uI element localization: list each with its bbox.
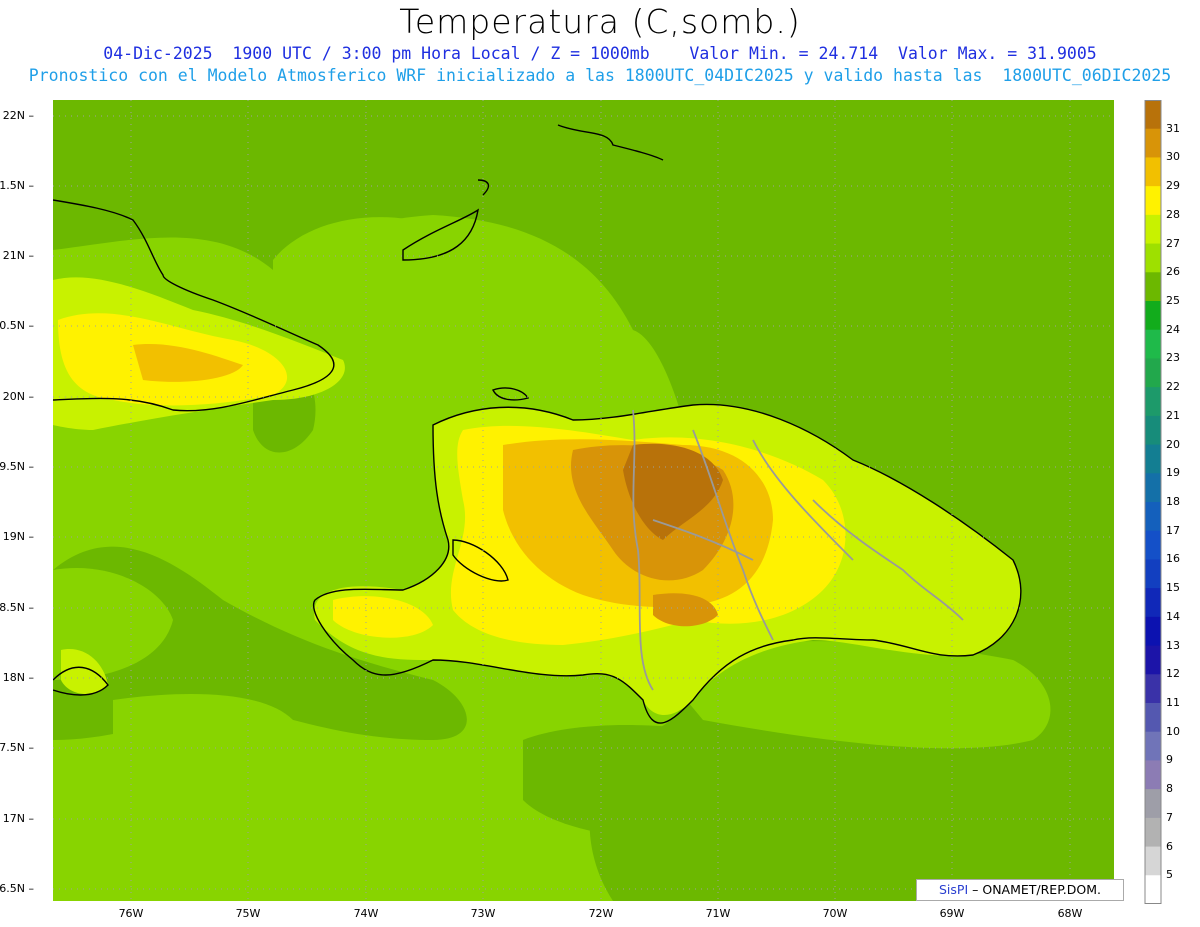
colorbar-swatch [1145, 358, 1161, 388]
colorbar-swatch [1145, 301, 1161, 331]
y-axis-label: 20N – [2, 390, 34, 403]
y-axis-label: 22N – [2, 109, 34, 122]
colorbar-label: 13 [1166, 638, 1180, 652]
y-axis-label: 6.5N – [0, 882, 34, 895]
y-axis-label: 21N – [2, 249, 34, 262]
colorbar-label: 26 [1166, 265, 1180, 279]
colorbar-swatch [1145, 846, 1161, 876]
colorbar-swatch [1145, 186, 1161, 216]
x-axis-label: 75W [235, 907, 261, 920]
colorbar-swatch [1145, 674, 1161, 704]
colorbar-label: 16 [1166, 552, 1180, 566]
colorbar-label: 11 [1166, 696, 1180, 709]
colorbar-swatch [1145, 272, 1161, 302]
x-axis-label: 71W [705, 907, 731, 920]
colorbar-label: 17 [1166, 523, 1180, 537]
colorbar-swatch [1145, 559, 1161, 589]
y-axis-label: 19N – [2, 530, 34, 543]
x-axis-label: 74W [353, 907, 379, 920]
x-axis-label: 72W [588, 907, 614, 920]
x-axis-label: 73W [470, 907, 496, 920]
credit-text: – ONAMET/REP.DOM. [968, 882, 1101, 897]
map-title: Temperatura (C,somb.) [399, 2, 801, 41]
colorbar-swatch [1145, 616, 1161, 647]
colorbar-swatch [1145, 444, 1161, 474]
colorbar-swatch [1145, 128, 1161, 158]
colorbar-swatch [1145, 789, 1161, 819]
colorbar-swatch [1145, 415, 1161, 446]
colorbar [1144, 100, 1162, 904]
colorbar-swatch [1145, 243, 1161, 273]
x-axis-label: 70W [822, 907, 848, 920]
temperature-map [53, 100, 1114, 901]
colorbar-swatch [1145, 387, 1161, 417]
colorbar-swatch [1145, 530, 1161, 560]
colorbar-swatch [1145, 731, 1161, 761]
x-axis-label: 69W [939, 907, 965, 920]
colorbar-label: 25 [1166, 294, 1180, 307]
colorbar-swatch [1145, 502, 1161, 532]
colorbar-label: 20 [1166, 437, 1180, 451]
y-axis-label: 0.5N – [0, 319, 34, 332]
colorbar-swatch [1145, 214, 1161, 245]
colorbar-swatch [1145, 875, 1161, 904]
colorbar-label: 10 [1166, 724, 1180, 738]
x-axis-label: 76W [118, 907, 144, 920]
colorbar-swatch [1145, 703, 1161, 733]
colorbar-label: 29 [1166, 179, 1180, 193]
colorbar-label: 24 [1166, 322, 1180, 336]
colorbar-swatch [1145, 760, 1161, 790]
forecast-time-line: 04-Dic-2025 1900 UTC / 3:00 pm Hora Loca… [103, 44, 1097, 63]
model-info-line: Pronostico con el Modelo Atmosferico WRF… [28, 66, 1172, 85]
colorbar-label: 7 [1166, 810, 1173, 824]
colorbar-swatch [1145, 588, 1161, 618]
colorbar-label: 23 [1166, 351, 1180, 365]
colorbar-label: 22 [1166, 380, 1180, 394]
colorbar-label: 28 [1166, 207, 1180, 221]
colorbar-label: 18 [1166, 495, 1180, 508]
colorbar-label: 9 [1166, 753, 1173, 767]
colorbar-label: 12 [1166, 667, 1180, 681]
colorbar-swatch [1145, 157, 1161, 187]
colorbar-swatch [1145, 473, 1161, 503]
colorbar-label: 31 [1166, 121, 1180, 135]
y-axis-label: 18N – [2, 671, 34, 684]
credit-box: SisPI – ONAMET/REP.DOM. [916, 879, 1124, 901]
x-axis-label: 68W [1057, 907, 1083, 920]
colorbar-label: 14 [1166, 609, 1180, 623]
colorbar-label: 6 [1166, 839, 1173, 853]
colorbar-label: 30 [1166, 150, 1180, 164]
y-axis-label: 9.5N – [0, 460, 34, 473]
colorbar-label: 15 [1166, 581, 1180, 595]
y-axis-label: 7.5N – [0, 741, 34, 754]
colorbar-swatch [1145, 100, 1161, 130]
colorbar-swatch [1145, 329, 1161, 359]
colorbar-swatch [1145, 645, 1161, 675]
y-axis-label: 8.5N – [0, 601, 34, 614]
colorbar-label: 19 [1166, 466, 1180, 480]
y-axis-label: 17N – [2, 812, 34, 825]
y-axis-label: 1.5N – [0, 179, 34, 192]
colorbar-label: 5 [1166, 868, 1173, 882]
colorbar-label: 27 [1166, 236, 1180, 250]
colorbar-label: 8 [1166, 782, 1173, 796]
colorbar-label: 21 [1166, 408, 1180, 422]
credit-brand: SisPI [939, 882, 969, 897]
colorbar-swatch [1145, 817, 1161, 848]
